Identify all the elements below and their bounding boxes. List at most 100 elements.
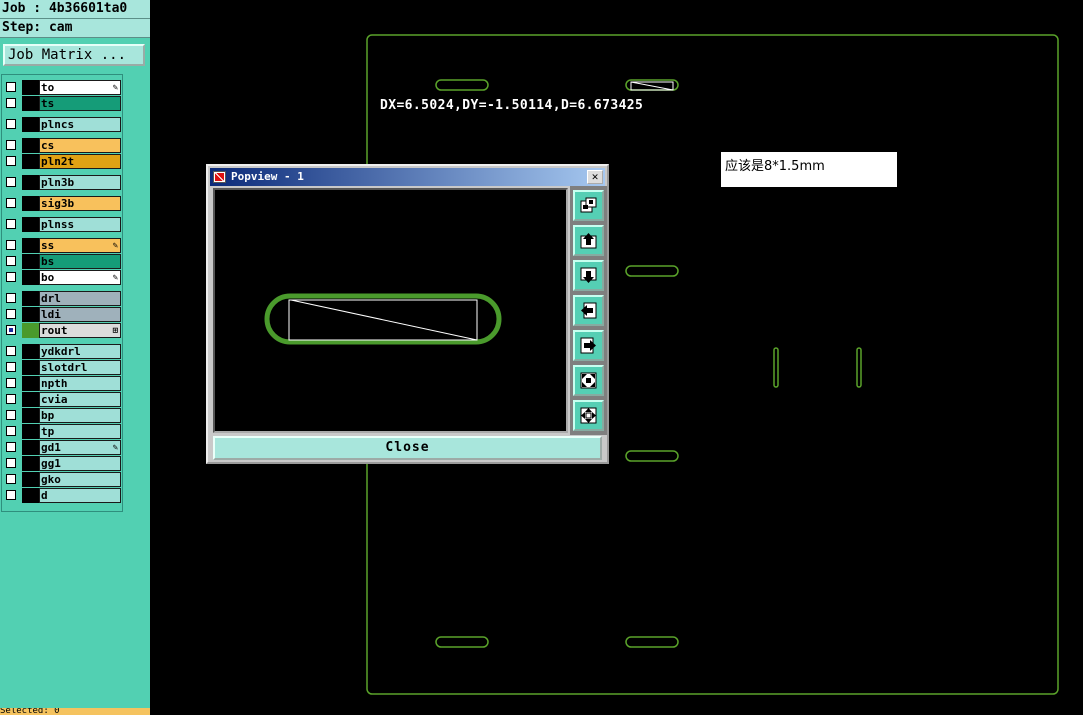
layer-affected-swatch[interactable]	[22, 472, 39, 487]
layer-name[interactable]: d	[39, 488, 121, 503]
pan-right-button[interactable]	[573, 330, 604, 361]
layer-name[interactable]: bs	[39, 254, 121, 269]
layer-affected-swatch[interactable]	[22, 217, 39, 232]
layer-name[interactable]: ldi	[39, 307, 121, 322]
layer-name[interactable]: sig3b	[39, 196, 121, 211]
layer-name[interactable]: ss ✎	[39, 238, 121, 253]
layer-row-cvia[interactable]: cvia	[4, 392, 122, 407]
layer-name[interactable]: rout ⊞	[39, 323, 121, 338]
layer-name[interactable]: cvia	[39, 392, 121, 407]
layer-row-npth[interactable]: npth	[4, 376, 122, 391]
layer-checkbox[interactable]	[6, 119, 16, 129]
layer-affected-swatch[interactable]	[22, 440, 39, 455]
layer-name[interactable]: cs	[39, 138, 121, 153]
layer-row-pln3b[interactable]: pln3b	[4, 175, 122, 190]
layer-row-gg1[interactable]: gg1	[4, 456, 122, 471]
layer-checkbox[interactable]	[6, 140, 16, 150]
layer-row-sig3b[interactable]: sig3b	[4, 196, 122, 211]
layer-affected-swatch[interactable]	[22, 392, 39, 407]
layer-row-ts[interactable]: ts	[4, 96, 122, 111]
job-matrix-button[interactable]: Job Matrix ...	[3, 44, 145, 66]
layer-affected-swatch[interactable]	[22, 408, 39, 423]
layer-checkbox[interactable]	[6, 325, 16, 335]
layer-checkbox[interactable]	[6, 458, 16, 468]
layer-row-d[interactable]: d	[4, 488, 122, 503]
layer-checkbox[interactable]	[6, 177, 16, 187]
layer-checkbox[interactable]	[6, 98, 16, 108]
popview-viewport[interactable]	[213, 188, 568, 433]
layer-row-gd1[interactable]: gd1 ✎	[4, 440, 122, 455]
layer-name[interactable]: drl	[39, 291, 121, 306]
layer-checkbox[interactable]	[6, 256, 16, 266]
layer-affected-swatch[interactable]	[22, 96, 39, 111]
layer-checkbox[interactable]	[6, 378, 16, 388]
layer-name[interactable]: to ✎	[39, 80, 121, 95]
layer-row-cs[interactable]: cs	[4, 138, 122, 153]
layer-affected-swatch[interactable]	[22, 456, 39, 471]
layer-row-slotdrl[interactable]: slotdrl	[4, 360, 122, 375]
layer-row-pln2t[interactable]: pln2t	[4, 154, 122, 169]
layer-row-plnss[interactable]: plnss	[4, 217, 122, 232]
layer-affected-swatch[interactable]	[22, 270, 39, 285]
zoom-out-button[interactable]	[573, 400, 604, 431]
pan-left-button[interactable]	[573, 295, 604, 326]
layer-row-tp[interactable]: tp	[4, 424, 122, 439]
layer-checkbox[interactable]	[6, 82, 16, 92]
layer-checkbox[interactable]	[6, 490, 16, 500]
layer-checkbox[interactable]	[6, 410, 16, 420]
layer-checkbox[interactable]	[6, 156, 16, 166]
layer-name[interactable]: tp	[39, 424, 121, 439]
layer-row-ldi[interactable]: ldi	[4, 307, 122, 322]
layer-affected-swatch[interactable]	[22, 238, 39, 253]
layer-row-gko[interactable]: gko	[4, 472, 122, 487]
layer-checkbox[interactable]	[6, 240, 16, 250]
layer-affected-swatch[interactable]	[22, 323, 39, 338]
layer-checkbox[interactable]	[6, 442, 16, 452]
layer-affected-swatch[interactable]	[22, 154, 39, 169]
layer-name[interactable]: slotdrl	[39, 360, 121, 375]
layer-name[interactable]: gd1 ✎	[39, 440, 121, 455]
layer-affected-swatch[interactable]	[22, 175, 39, 190]
zoom-in-button[interactable]	[573, 365, 604, 396]
layer-checkbox[interactable]	[6, 309, 16, 319]
layer-name[interactable]: pln3b	[39, 175, 121, 190]
popview-titlebar[interactable]: Popview - 1 ✕	[210, 168, 605, 186]
layer-row-to[interactable]: to ✎	[4, 80, 122, 95]
layer-row-ydkdrl[interactable]: ydkdrl	[4, 344, 122, 359]
layer-name[interactable]: plncs	[39, 117, 121, 132]
layer-row-rout[interactable]: rout ⊞	[4, 323, 122, 338]
layer-checkbox[interactable]	[6, 272, 16, 282]
layer-name[interactable]: bp	[39, 408, 121, 423]
zoom-home-button[interactable]	[573, 190, 604, 221]
layer-name[interactable]: ydkdrl	[39, 344, 121, 359]
layer-checkbox[interactable]	[6, 394, 16, 404]
layer-affected-swatch[interactable]	[22, 196, 39, 211]
layer-row-bo[interactable]: bo ✎	[4, 270, 122, 285]
layer-affected-swatch[interactable]	[22, 138, 39, 153]
layer-checkbox[interactable]	[6, 293, 16, 303]
layer-checkbox[interactable]	[6, 219, 16, 229]
layer-row-bp[interactable]: bp	[4, 408, 122, 423]
layer-checkbox[interactable]	[6, 362, 16, 372]
layer-row-ss[interactable]: ss ✎	[4, 238, 122, 253]
layer-name[interactable]: gg1	[39, 456, 121, 471]
layer-row-drl[interactable]: drl	[4, 291, 122, 306]
layer-affected-swatch[interactable]	[22, 488, 39, 503]
layer-checkbox[interactable]	[6, 198, 16, 208]
layer-affected-swatch[interactable]	[22, 80, 39, 95]
layer-affected-swatch[interactable]	[22, 117, 39, 132]
layer-affected-swatch[interactable]	[22, 376, 39, 391]
layer-affected-swatch[interactable]	[22, 254, 39, 269]
layer-name[interactable]: plnss	[39, 217, 121, 232]
layer-row-bs[interactable]: bs	[4, 254, 122, 269]
layer-affected-swatch[interactable]	[22, 344, 39, 359]
layer-checkbox[interactable]	[6, 474, 16, 484]
layer-name[interactable]: pln2t	[39, 154, 121, 169]
pan-up-button[interactable]	[573, 225, 604, 256]
layer-name[interactable]: bo ✎	[39, 270, 121, 285]
layer-checkbox[interactable]	[6, 346, 16, 356]
pan-down-button[interactable]	[573, 260, 604, 291]
layer-affected-swatch[interactable]	[22, 291, 39, 306]
popview-close-button[interactable]: Close	[213, 436, 602, 460]
layer-name[interactable]: npth	[39, 376, 121, 391]
